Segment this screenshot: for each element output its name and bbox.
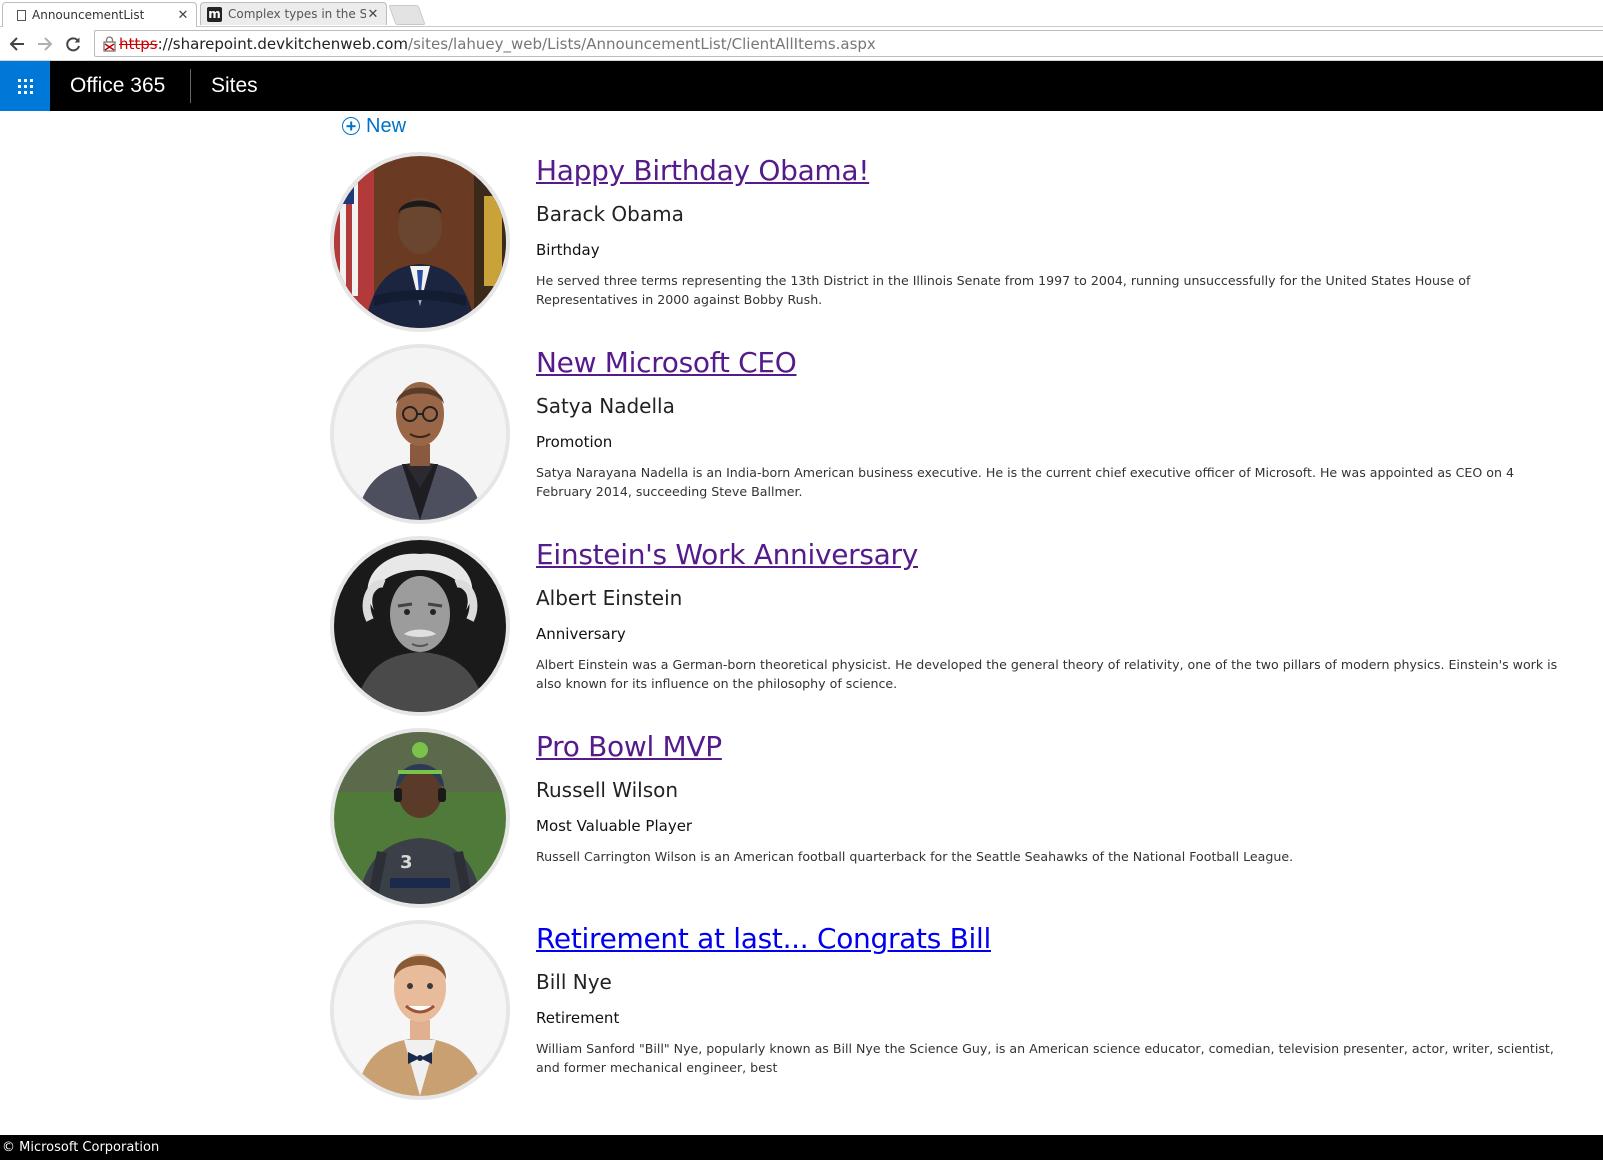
url-path: /sites/lahuey_web/Lists/AnnouncementList…	[408, 34, 876, 53]
reload-icon	[66, 37, 80, 52]
announcement-description: Satya Narayana Nadella is an India-born …	[536, 465, 1514, 499]
announcement-category: Birthday	[536, 241, 600, 259]
reload-button[interactable]	[62, 33, 84, 55]
forward-button[interactable]	[34, 33, 56, 55]
new-tab-button[interactable]	[388, 5, 426, 25]
sites-link[interactable]: Sites	[211, 61, 258, 111]
arrow-right-icon	[38, 37, 53, 51]
copyright-text: © Microsoft Corporation	[2, 1140, 160, 1155]
announcement-title-link[interactable]: Pro Bowl MVP	[536, 730, 722, 763]
announcement-description: William Sanford "Bill" Nye, popularly kn…	[536, 1041, 1554, 1075]
arrow-left-icon	[9, 37, 24, 51]
person-name: Russell Wilson	[536, 778, 679, 802]
person-photo	[330, 152, 510, 332]
browser-tab-announcementlist[interactable]: AnnouncementList ✕	[2, 2, 197, 27]
svg-text:3: 3	[400, 852, 413, 873]
announcement-description: Albert Einstein was a German-born theore…	[536, 657, 1558, 691]
announcement-item: Happy Birthday Obama! Barack Obama Birth…	[330, 152, 1570, 338]
new-item-button[interactable]: New	[342, 114, 406, 138]
announcement-item: New Microsoft CEO Satya Nadella Promotio…	[330, 344, 1570, 530]
add-circle-icon	[342, 117, 360, 135]
person-name: Bill Nye	[536, 970, 612, 994]
announcement-item: Retirement at last... Congrats Bill Bill…	[330, 920, 1570, 1106]
announcement-title-link[interactable]: Einstein's Work Anniversary	[536, 538, 918, 571]
browser-tab-complex-types[interactable]: m Complex types in the SP n ✕	[200, 2, 387, 25]
suite-bar: Office 365 Sites	[0, 61, 1603, 111]
address-bar[interactable]: https://sharepoint.devkitchenweb.com/sit…	[94, 30, 1603, 57]
browser-toolbar: https://sharepoint.devkitchenweb.com/sit…	[0, 27, 1603, 61]
announcement-category: Most Valuable Player	[536, 817, 693, 835]
suite-divider	[190, 69, 191, 103]
announcement-description: Russell Carrington Wilson is an American…	[536, 849, 1294, 864]
browser-tab-strip: AnnouncementList ✕ m Complex types in th…	[0, 0, 1603, 27]
announcement-category: Retirement	[536, 1009, 620, 1027]
tab-title: AnnouncementList	[32, 8, 145, 22]
person-photo	[330, 920, 510, 1100]
announcement-item: Einstein's Work Anniversary Albert Einst…	[330, 536, 1570, 722]
announcement-title-link[interactable]: New Microsoft CEO	[536, 346, 797, 379]
person-photo	[330, 344, 510, 524]
new-item-label: New	[366, 114, 407, 137]
url-scheme: https	[119, 34, 158, 53]
announcement-item: 3 Pro Bowl MVP Russell Wilson Most Valua…	[330, 728, 1570, 914]
office-365-brand-link[interactable]: Office 365	[70, 61, 165, 111]
person-photo: 3	[330, 728, 510, 908]
back-button[interactable]	[6, 33, 28, 55]
announcement-title-link[interactable]: Happy Birthday Obama!	[536, 154, 869, 187]
close-icon[interactable]: ✕	[176, 8, 190, 23]
m-logo-icon: m	[207, 6, 222, 22]
announcement-category: Anniversary	[536, 625, 626, 643]
person-name: Satya Nadella	[536, 394, 675, 418]
person-name: Barack Obama	[536, 202, 684, 226]
page-icon	[17, 9, 26, 21]
tab-title: Complex types in the SP n	[228, 7, 366, 21]
url-host: ://sharepoint.devkitchenweb.com	[157, 34, 409, 53]
announcement-category: Promotion	[536, 433, 613, 451]
person-name: Albert Einstein	[536, 586, 683, 610]
insecure-lock-icon[interactable]	[103, 35, 117, 52]
app-launcher-icon[interactable]	[0, 61, 50, 111]
footer: © Microsoft Corporation	[0, 1135, 1603, 1160]
close-icon[interactable]: ✕	[366, 7, 380, 22]
announcement-title-link[interactable]: Retirement at last... Congrats Bill	[536, 922, 991, 955]
announcement-description: He served three terms representing the 1…	[536, 273, 1471, 307]
person-photo	[330, 536, 510, 716]
